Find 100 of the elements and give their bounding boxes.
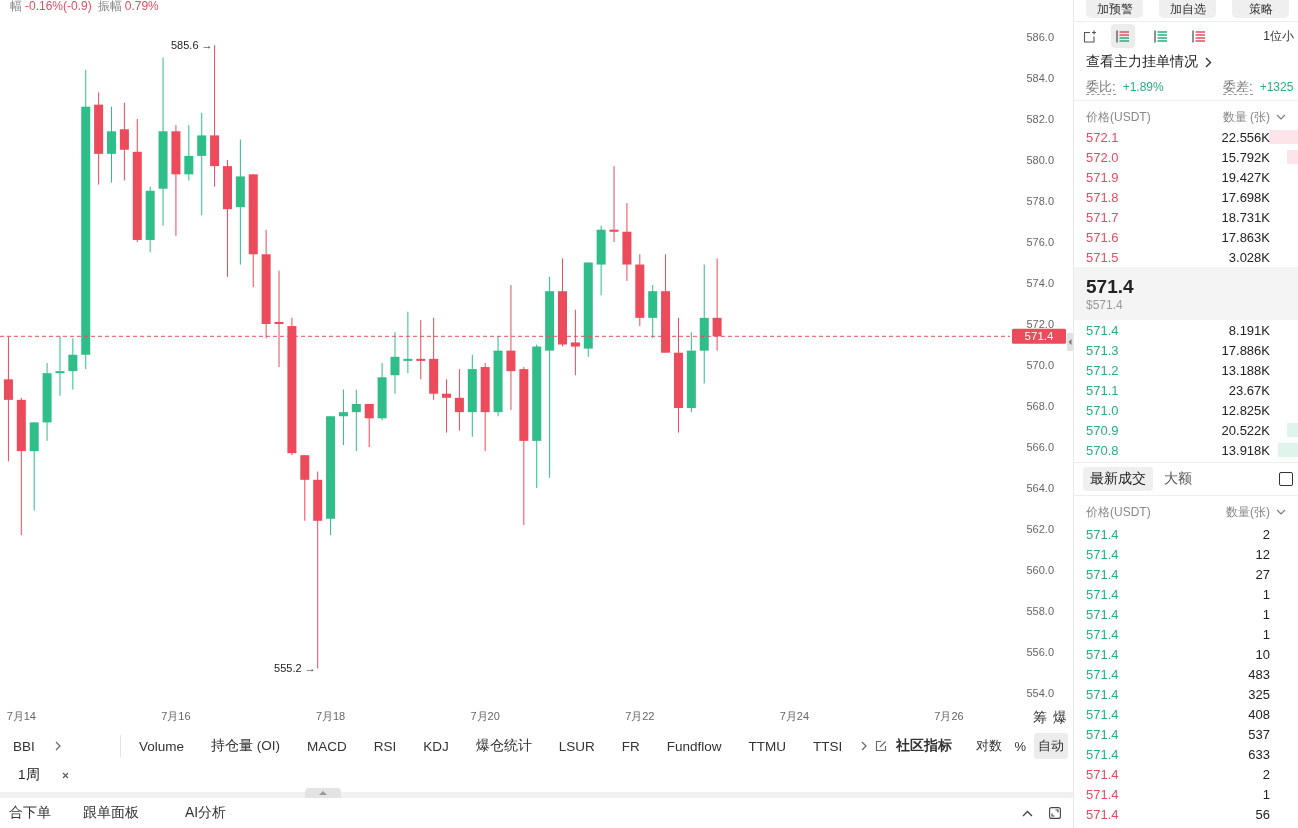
scale-option[interactable]: 自动: [1034, 733, 1068, 759]
axis-label: 7月16: [161, 710, 191, 722]
trade-quantity: 1: [1262, 786, 1270, 802]
precision-select[interactable]: 1位小: [1263, 27, 1298, 45]
trade-price: 571.4: [1086, 766, 1119, 782]
trades-tab[interactable]: 最新成交: [1083, 467, 1153, 491]
axis-label: 582.0: [1026, 113, 1054, 125]
indicator-tab[interactable]: Volume: [139, 737, 185, 755]
square-plus-icon[interactable]: [1083, 29, 1096, 43]
scale-option[interactable]: 对数: [972, 733, 1007, 759]
trades-tab[interactable]: 大额: [1157, 467, 1199, 491]
axis-label: 562.0: [1026, 523, 1054, 535]
expand-icon[interactable]: [1049, 807, 1061, 819]
extreme-price-label: 585.6 →: [171, 39, 213, 52]
trade-price: 571.4: [1086, 526, 1119, 542]
candle: [351, 389, 361, 452]
candle: [145, 186, 155, 253]
chart-tool-button[interactable]: 爆: [1053, 709, 1067, 726]
stat-label: 幅: [10, 0, 22, 13]
indicator-tab[interactable]: MACD: [307, 737, 347, 755]
candle: [596, 225, 606, 296]
stat-value: -0.16%(-0.9): [25, 0, 92, 13]
bid-quantity: 12.825K: [1221, 402, 1270, 418]
ask-price: 571.7: [1086, 209, 1119, 225]
bid-quantity: 17.886K: [1221, 342, 1270, 358]
order-book-view-tab[interactable]: [1111, 24, 1135, 48]
caret-up-icon: [319, 791, 327, 795]
action-button[interactable]: 策略: [1232, 0, 1289, 18]
trade-quantity: 325: [1248, 686, 1270, 702]
trade-price: 571.4: [1086, 686, 1119, 702]
bid-price: 570.8: [1086, 442, 1119, 458]
indicator-tab[interactable]: LSUR: [558, 737, 595, 755]
list-lines-icon: [1116, 29, 1130, 43]
ask-price: 571.6: [1086, 229, 1119, 245]
indicator-tab[interactable]: FR: [621, 737, 640, 755]
trade-price: 571.4: [1086, 806, 1119, 822]
indicator-tab[interactable]: TTSI: [813, 737, 843, 755]
ask-quantity: 19.427K: [1221, 169, 1270, 185]
trade-quantity: 1: [1262, 606, 1270, 622]
trade-price: 571.4: [1086, 626, 1119, 642]
stat-value: 0.79%: [124, 0, 159, 13]
chevron-right-icon[interactable]: [861, 741, 868, 751]
trade-quantity: 2: [1262, 526, 1270, 542]
bottom-tab[interactable]: AI分析: [185, 804, 227, 822]
bid-quantity: 23.67K: [1228, 382, 1270, 398]
column-header[interactable]: 数量(张): [1226, 503, 1270, 521]
column-header: 价格(USDT): [1086, 503, 1151, 521]
indicator-tab[interactable]: 爆仓统计: [475, 737, 532, 755]
chevron-right-icon[interactable]: [1205, 56, 1212, 68]
indicator-tab[interactable]: 持仓量 (OI): [211, 737, 281, 755]
chevron-up-icon[interactable]: [1022, 809, 1033, 817]
checkbox[interactable]: [1279, 472, 1293, 486]
interval-tag[interactable]: 1周: [18, 766, 40, 784]
indicator-tab[interactable]: TTMU: [748, 737, 787, 755]
bottom-tab[interactable]: 合下单: [9, 804, 51, 822]
collapse-handle-icon[interactable]: [1067, 333, 1073, 351]
ask-quantity: 15.792K: [1221, 149, 1270, 165]
chevron-down-icon[interactable]: [1276, 114, 1286, 120]
close-icon[interactable]: [61, 771, 69, 779]
trade-quantity: 483: [1248, 666, 1270, 682]
extreme-price-label: 555.2 →: [274, 662, 316, 675]
trade-quantity: 27: [1255, 566, 1270, 582]
trade-price: 571.4: [1086, 746, 1119, 762]
trade-price: 571.4: [1086, 786, 1119, 802]
action-button[interactable]: 加预警: [1086, 0, 1143, 18]
scale-option[interactable]: %: [1010, 734, 1030, 758]
chart-tool-button[interactable]: 筹: [1033, 709, 1047, 726]
action-button[interactable]: 加自选: [1159, 0, 1216, 18]
axis-label: 574.0: [1026, 277, 1054, 289]
bottom-tab[interactable]: 跟单面板: [83, 804, 139, 822]
axis-label: 564.0: [1026, 482, 1054, 494]
main-orders-link[interactable]: 查看主力挂单情况: [1086, 53, 1198, 71]
community-indicators-link[interactable]: 社区指标: [896, 737, 953, 755]
candle: [416, 319, 426, 380]
list-lines-icon: [1192, 29, 1206, 43]
indicator-tab[interactable]: BBI: [13, 738, 35, 754]
bid-price: 571.3: [1086, 342, 1119, 358]
list-lines-icon: [1154, 29, 1168, 43]
axis-label: 7月26: [934, 710, 964, 722]
axis-label: 586.0: [1026, 31, 1054, 43]
axis-label: 578.0: [1026, 195, 1054, 207]
trade-price: 571.4: [1086, 586, 1119, 602]
ratio-value: +1.89%: [1122, 80, 1164, 94]
bid-quantity: 13.918K: [1221, 442, 1270, 458]
column-header[interactable]: 数量 (张): [1222, 108, 1270, 126]
candle: [648, 284, 658, 339]
trade-quantity: 537: [1248, 726, 1270, 742]
ask-price: 571.5: [1086, 249, 1119, 265]
trade-price: 571.4: [1086, 566, 1119, 582]
splitter-handle[interactable]: [305, 788, 341, 798]
axis-label: 568.0: [1026, 400, 1054, 412]
axis-label: 556.0: [1026, 646, 1054, 658]
chevron-down-icon[interactable]: [1276, 509, 1286, 515]
indicator-tab[interactable]: KDJ: [423, 737, 449, 755]
candle: [364, 403, 374, 448]
indicator-tab[interactable]: Fundflow: [666, 737, 722, 755]
indicator-tab[interactable]: RSI: [373, 737, 397, 755]
bid-price: 571.4: [1086, 322, 1119, 338]
chevron-right-icon[interactable]: [54, 741, 61, 751]
edit-icon[interactable]: [875, 740, 888, 752]
